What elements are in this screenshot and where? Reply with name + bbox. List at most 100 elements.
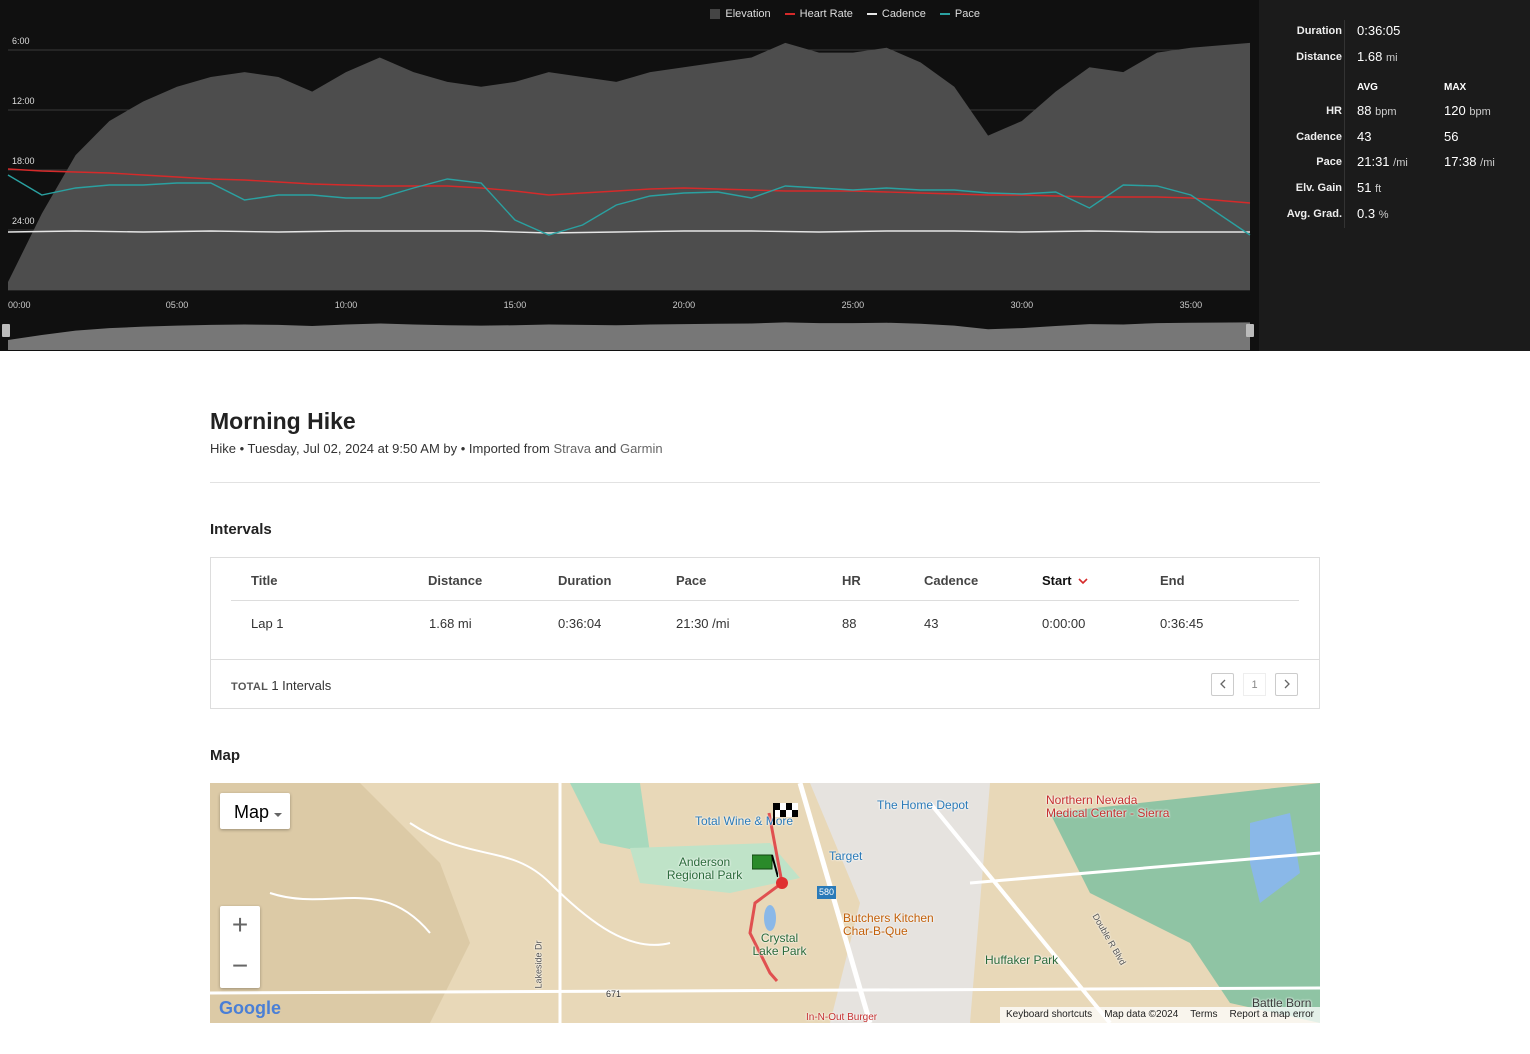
legend-label: Heart Rate xyxy=(799,8,853,20)
stat-label: HR xyxy=(1326,105,1342,117)
terms-link[interactable]: Terms xyxy=(1190,1009,1217,1021)
legend-item-heart-rate[interactable]: Heart Rate xyxy=(784,8,853,20)
y-tick-label: 24:00 xyxy=(12,216,35,226)
range-selector-area xyxy=(8,322,1250,350)
activity-chart-svg[interactable]: 6:00 12:00 18:00 24:00 30:00 00:00 05:00 10:00 1… xyxy=(0,0,1259,351)
cell-pace: 21:30 /mi xyxy=(676,616,730,631)
pace-swatch xyxy=(939,13,950,15)
column-hr[interactable]: HR xyxy=(842,573,861,588)
map-label[interactable]: Target xyxy=(829,850,862,863)
finish-flag-icon[interactable] xyxy=(772,803,802,825)
x-tick-label: 20:00 xyxy=(673,300,696,310)
activity-subtitle: Hike • Tuesday, Jul 02, 2024 at 9:50 AM … xyxy=(210,441,1320,456)
keyboard-shortcuts-link[interactable]: Keyboard shortcuts xyxy=(1006,1009,1092,1021)
max-value: 17:38 xyxy=(1444,154,1477,169)
zoom-out-button[interactable]: − xyxy=(220,947,260,988)
next-page-button[interactable] xyxy=(1275,673,1298,696)
start-flag-icon[interactable] xyxy=(752,853,778,877)
map-type-button[interactable]: Map xyxy=(220,793,290,829)
elevation-swatch xyxy=(710,9,721,19)
stat-avg: 0.3 % xyxy=(1357,206,1388,221)
report-error-link[interactable]: Report a map error xyxy=(1230,1009,1314,1021)
map-label[interactable]: Northern Nevada Medical Center - Sierra xyxy=(1046,794,1176,820)
legend-item-elevation[interactable]: Elevation xyxy=(710,8,771,20)
column-end[interactable]: End xyxy=(1160,573,1185,588)
stat-label: Avg. Grad. xyxy=(1286,208,1342,220)
google-logo[interactable]: Google xyxy=(219,998,281,1019)
map-label[interactable]: Butchers Kitchen Char-B-Que xyxy=(843,912,953,938)
table-header: Title Distance Duration Pace HR Cadence … xyxy=(231,558,1299,601)
cell-hr: 88 xyxy=(842,616,857,631)
map-label[interactable]: Huffaker Park xyxy=(985,954,1058,967)
stat-avg-grade: Avg. Grad. 0.3 % xyxy=(1259,206,1530,226)
garmin-link[interactable]: Garmin xyxy=(620,441,663,456)
x-tick-label: 15:00 xyxy=(504,300,527,310)
legend-label: Pace xyxy=(954,8,980,20)
stat-label: Duration xyxy=(1296,25,1342,37)
total-value: 1 Intervals xyxy=(271,678,332,693)
activity-chart[interactable]: 6:00 12:00 18:00 24:00 30:00 00:00 05:00 10:00 1… xyxy=(0,0,1259,351)
x-tick-label: 10:00 xyxy=(335,300,358,310)
stat-max: 17:38 /mi xyxy=(1444,154,1495,169)
legend-item-pace[interactable]: Pace xyxy=(939,8,980,20)
max-value: 120 xyxy=(1444,103,1466,118)
chevron-left-icon xyxy=(1219,679,1225,689)
column-start[interactable]: Start xyxy=(1042,573,1088,588)
cell-cadence: 43 xyxy=(924,616,939,631)
stat-avg: 21:31 /mi xyxy=(1357,154,1408,169)
avg-value: 0.3 xyxy=(1357,206,1376,221)
map-footer: Keyboard shortcuts Map data ©2024 Terms … xyxy=(1000,1007,1320,1023)
route-map[interactable]: Total Wine & More The Home Depot Norther… xyxy=(210,783,1320,1023)
column-duration[interactable]: Duration xyxy=(558,573,611,588)
total-label: TOTAL xyxy=(231,681,268,693)
map-label[interactable]: The Home Depot xyxy=(877,799,968,812)
chart-legend: Elevation Heart Rate Cadence Pace xyxy=(710,8,980,20)
cell-start: 0:00:00 xyxy=(1042,616,1086,631)
stat-max: 120 bpm xyxy=(1444,103,1491,118)
legend-label: Elevation xyxy=(725,8,771,20)
map-heading: Map xyxy=(210,747,240,764)
intervals-table: Title Distance Duration Pace HR Cadence … xyxy=(210,557,1320,709)
max-column-header: MAX xyxy=(1444,82,1467,93)
stat-value: 0:36:05 xyxy=(1357,23,1401,38)
column-pace[interactable]: Pace xyxy=(676,573,706,588)
page-number[interactable]: 1 xyxy=(1243,673,1266,696)
avg-value: 51 xyxy=(1357,180,1372,195)
y-tick-label: 12:00 xyxy=(12,96,35,106)
stat-duration: Duration 0:36:05 xyxy=(1259,23,1530,43)
avg-column-header: AVG xyxy=(1357,82,1378,93)
stat-label: Distance xyxy=(1296,51,1342,63)
range-handle-right xyxy=(1246,324,1254,337)
map-type-label: Map xyxy=(234,802,270,822)
legend-item-cadence[interactable]: Cadence xyxy=(866,8,926,20)
map-label[interactable]: Anderson Regional Park xyxy=(662,856,747,882)
x-tick-label: 25:00 xyxy=(842,300,865,310)
stat-hr: HR 88 bpm 120 bpm xyxy=(1259,103,1530,123)
page-title: Morning Hike xyxy=(210,408,356,434)
strava-link[interactable]: Strava xyxy=(553,441,591,456)
column-distance[interactable]: Distance xyxy=(428,573,482,588)
avg-value: 88 xyxy=(1357,103,1372,118)
avg-unit: ft xyxy=(1375,183,1382,195)
zoom-in-button[interactable]: + xyxy=(220,906,260,947)
map-data-text: Map data ©2024 xyxy=(1104,1009,1179,1020)
stat-avg: 43 xyxy=(1357,129,1372,144)
prev-page-button[interactable] xyxy=(1211,673,1234,696)
caret-down-icon xyxy=(274,813,283,817)
table-footer: TOTAL 1 Intervals 1 xyxy=(211,659,1319,709)
cell-duration: 0:36:04 xyxy=(558,616,602,631)
column-title[interactable]: Title xyxy=(251,573,278,588)
stat-label: Elv. Gain xyxy=(1295,182,1342,194)
cell-title: Lap 1 xyxy=(251,616,284,631)
map-label[interactable]: In-N-Out Burger xyxy=(806,1011,877,1023)
x-tick-label: 30:00 xyxy=(1011,300,1034,310)
chevron-right-icon xyxy=(1284,679,1290,689)
x-tick-label: 00:00 xyxy=(8,300,31,310)
stat-elevation-gain: Elv. Gain 51 ft xyxy=(1259,180,1530,200)
map-label[interactable]: Crystal Lake Park xyxy=(747,932,812,958)
x-tick-label: 05:00 xyxy=(166,300,189,310)
column-cadence[interactable]: Cadence xyxy=(924,573,978,588)
table-row[interactable]: Lap 1 1.68 mi 0:36:04 21:30 /mi 88 43 0:… xyxy=(231,601,1299,659)
elevation-area xyxy=(8,42,1250,290)
legend-label: Cadence xyxy=(881,8,926,20)
